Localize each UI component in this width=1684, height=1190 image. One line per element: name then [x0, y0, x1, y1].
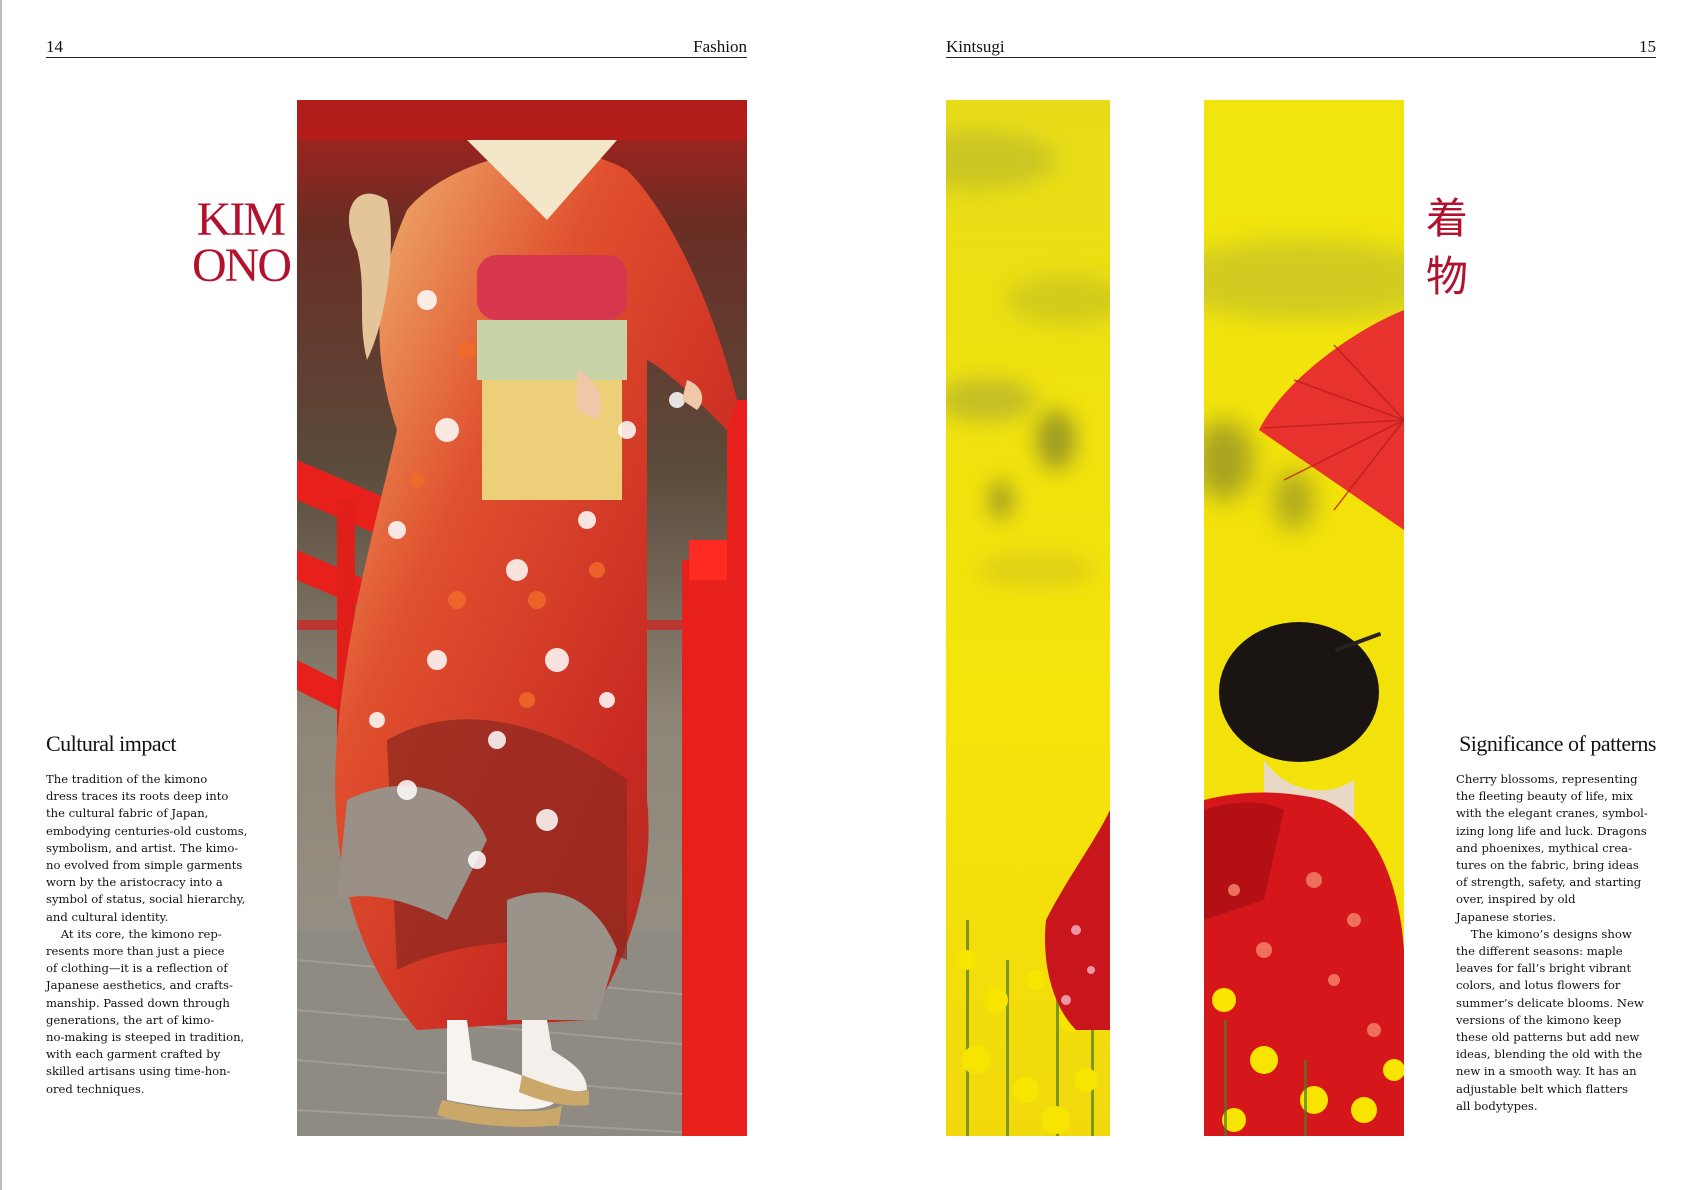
page-number-right: 15: [1639, 37, 1656, 56]
section-label-kintsugi: Kintsugi: [946, 37, 1005, 56]
kimono-title-line-2: ONO: [192, 239, 292, 292]
woman-parasol-photo-strip: [1204, 100, 1404, 1136]
page-number-left: 14: [46, 37, 63, 56]
significance-body: Cherry blossoms, representing the fleeti…: [1456, 772, 1648, 1113]
heading-cultural-impact: Cultural impact: [46, 731, 176, 756]
kanji-title-char-2: 物: [1425, 252, 1468, 301]
kanji-title: 着 物: [1422, 190, 1472, 306]
heading-significance-of-patterns: Significance of patterns: [1459, 731, 1656, 756]
kanji-title-char-1: 着: [1425, 194, 1468, 243]
yellow-field-photo-strip: [946, 100, 1110, 1136]
left-page: 14 Fashion KIM ONO Cultural impact The t…: [0, 0, 842, 1190]
kimono-title: KIM ONO: [192, 193, 292, 292]
cultural-impact-body: The tradition of the kimono dress traces…: [46, 772, 248, 1096]
header-rule-left: [46, 57, 747, 58]
kimono-photo: [297, 100, 747, 1136]
header-rule-right: [946, 57, 1656, 58]
kimono-title-line-1: KIM: [196, 193, 286, 246]
section-label-fashion: Fashion: [693, 37, 747, 56]
right-page: Kintsugi 15 着 物 Significance of patterns…: [842, 0, 1684, 1190]
